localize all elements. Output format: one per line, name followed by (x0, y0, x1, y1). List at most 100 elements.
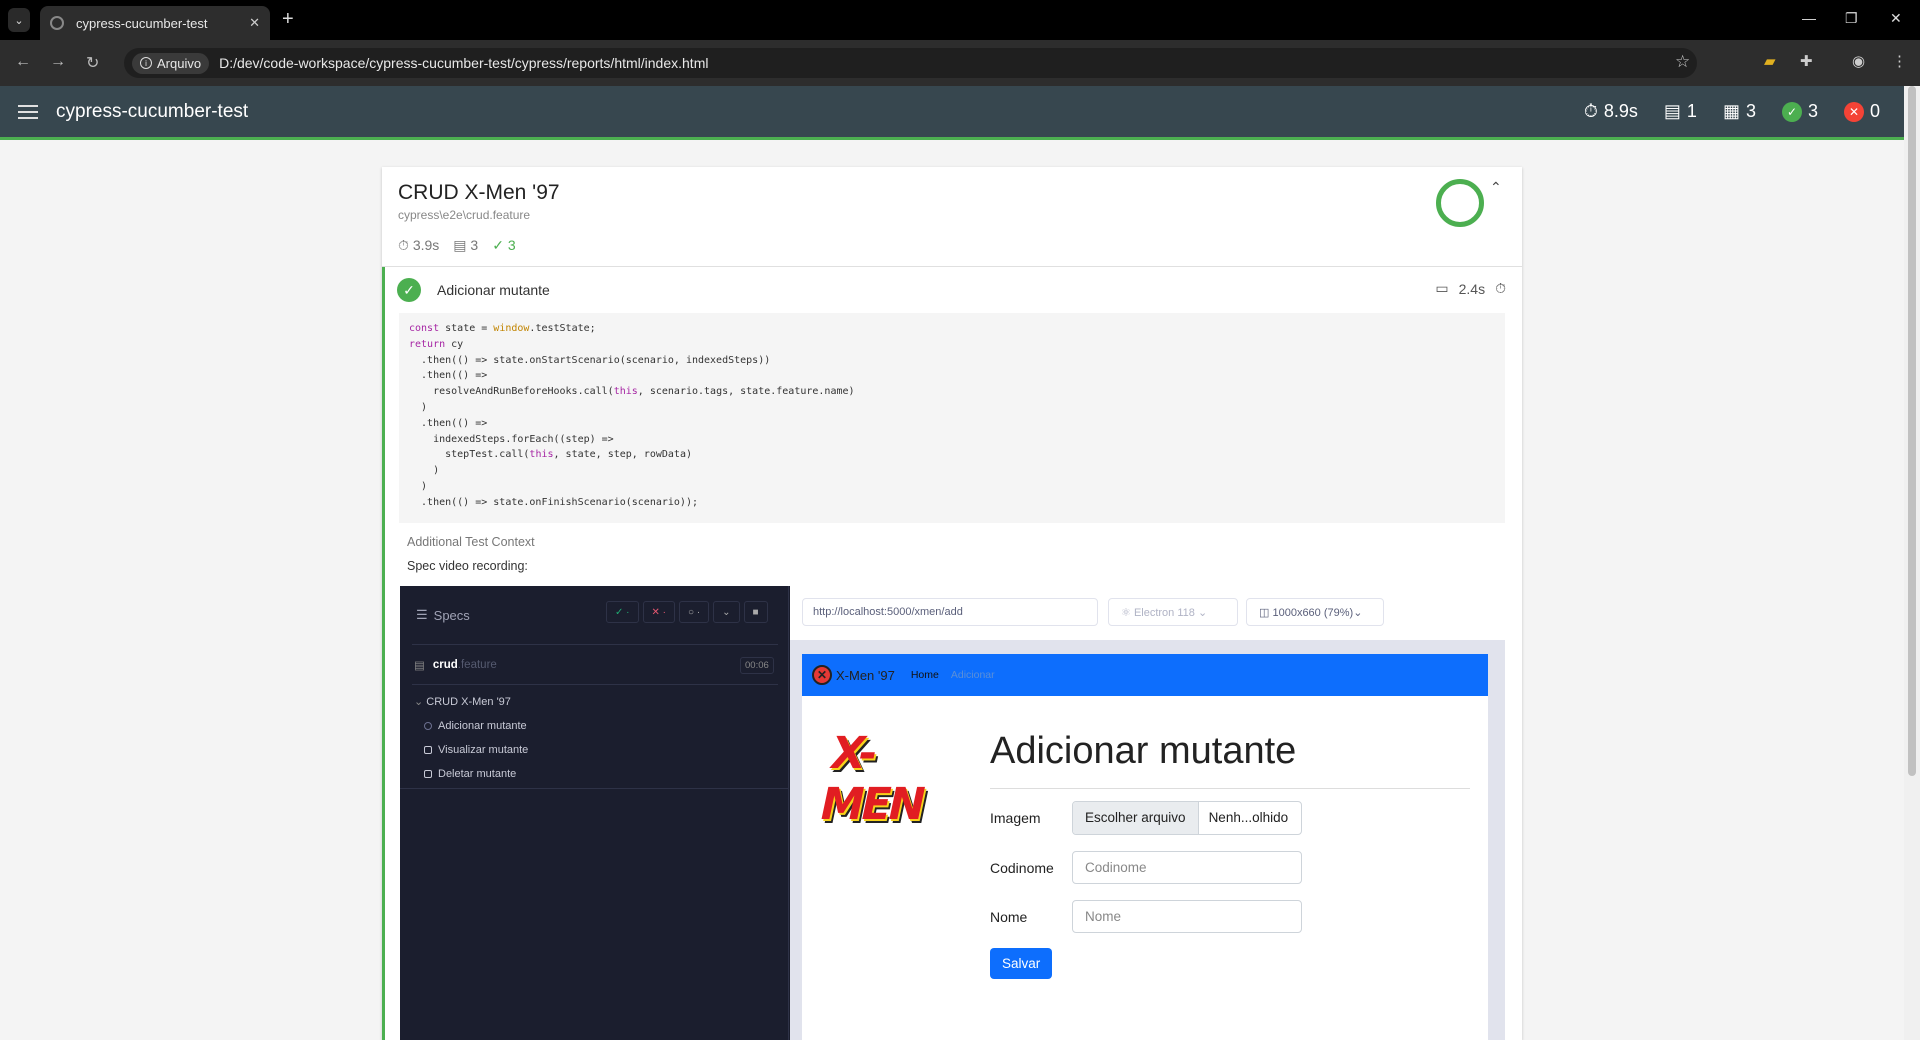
back-icon[interactable]: ← (15, 53, 31, 71)
app-navbar: ✕ X-Men '97 Home Adicionar (802, 654, 1488, 696)
browser-tab-bar: ⌄ cypress-cucumber-test ✕ + — ❐ ✕ (0, 0, 1920, 40)
code-keyword: const (409, 323, 440, 334)
url-text[interactable]: D:/dev/code-workspace/cypress-cucumber-t… (219, 55, 708, 71)
file-name: Nenh...olhido (1208, 810, 1289, 825)
codename-input: Codinome (1072, 851, 1302, 884)
globe-icon (50, 16, 64, 30)
page-scrollbar[interactable] (1904, 86, 1920, 1040)
check-icon: ✓ (492, 237, 504, 253)
cross-circle-icon: ✕ (1843, 101, 1864, 122)
label-codename: Codinome (990, 860, 1054, 876)
clipboard-icon: ▤ (453, 237, 467, 253)
profile-avatar-icon[interactable]: ◉ (1852, 52, 1865, 70)
hamburger-menu-icon[interactable] (18, 101, 38, 123)
suites-icon: ▤ (1663, 101, 1681, 121)
app-under-test: ✕ X-Men '97 Home Adicionar X-MEN Adicion… (802, 654, 1488, 1040)
context-value: Spec video recording: (407, 559, 528, 573)
spec-video-recording[interactable]: ☰ Specs ✓ · ✕ · ○ · ⌄ ■ ▤ crud.feature 00… (400, 586, 1505, 1040)
choose-file-button: Escolher arquivo (1073, 802, 1199, 834)
save-button: Salvar (990, 948, 1053, 979)
image-file-input: Escolher arquivo Nenh...olhido (1072, 801, 1302, 835)
specs-list-icon: ☰ (416, 607, 428, 622)
nav-add-link: Adicionar (950, 669, 995, 681)
reload-icon[interactable]: ↻ (86, 53, 99, 73)
clipboard-icon: ▦ (1722, 101, 1740, 121)
failed-filter-icon: ✕ · (642, 601, 675, 623)
aut-viewport: ◫ 1000x660 (79%)⌄ (1246, 598, 1384, 626)
browser-tab[interactable]: cypress-cucumber-test ✕ (40, 6, 270, 40)
extension-icon[interactable]: ▰ (1764, 52, 1776, 70)
new-tab-icon[interactable]: + (282, 9, 294, 29)
suite-file: cypress\e2e\crud.feature (398, 208, 531, 222)
electron-icon: ⚛ (1121, 607, 1131, 619)
app-heading: Adicionar mutante (990, 730, 1297, 772)
chevron-down-icon: ⌄ (1353, 607, 1363, 619)
stopwatch-icon: ⏱ (398, 237, 409, 253)
omnibox[interactable]: i Arquivo D:/dev/code-workspace/cypress-… (124, 48, 1697, 78)
app-divider (990, 788, 1470, 789)
stat-failed-value: 0 (1869, 101, 1880, 121)
test-meta: ▭ 2.4s ⏱ (1435, 280, 1506, 297)
cypress-specs-panel: ☰ Specs ✓ · ✕ · ○ · ⌄ ■ ▤ crud.feature 00… (400, 586, 789, 1040)
suite-title: CRUD X-Men '97 (398, 181, 560, 204)
chevron-down-icon: ⌄ (1197, 607, 1208, 619)
name-input: Nome (1072, 900, 1302, 933)
code-lines: return cy .then(() => state.onStartScena… (409, 338, 855, 508)
report-stats: ⏱ 8.9s ▤ 1 ▦ 3 ✓ 3 ✕ 0 (1584, 101, 1880, 122)
code-text: .testState; (529, 323, 596, 334)
context-label: Additional Test Context (407, 535, 535, 549)
xmen-badge-icon: ✕ (812, 665, 832, 685)
test-pass-icon: ✓ (397, 278, 421, 302)
pending-icon (424, 746, 432, 754)
pending-filter-icon: ○ · (679, 601, 710, 623)
cypress-suite: ⌄ CRUD X-Men '97 (414, 696, 511, 708)
collapse-chevron-up-icon[interactable]: ⌃ (1490, 179, 1502, 196)
stat-passed-value: 3 (1807, 101, 1818, 121)
test-item: ✓ Adicionar mutante ▭ 2.4s ⏱ const state… (382, 267, 1522, 1040)
extensions-puzzle-icon[interactable]: ✚ (1800, 52, 1813, 70)
suite-passed: ✓ 3 (492, 237, 516, 253)
file-icon: ▤ (414, 660, 425, 672)
site-info-label: Arquivo (157, 55, 202, 71)
suite-progress-ring (1436, 179, 1484, 227)
label-name: Nome (990, 909, 1028, 925)
cypress-test-item: Visualizar mutante (424, 744, 528, 756)
test-code-block: const state = window.testState; return c… (399, 313, 1505, 523)
stat-duration-value: 8.9s (1603, 101, 1638, 121)
comment-icon[interactable]: ▭ (1435, 280, 1448, 297)
label-image: Imagem (990, 810, 1041, 826)
aut-url: http://localhost:5000/xmen/add (802, 598, 1098, 626)
code-text: state = (439, 323, 494, 334)
nav-home-link: Home (910, 669, 939, 681)
forward-icon[interactable]: → (50, 53, 66, 71)
test-title[interactable]: Adicionar mutante (437, 282, 550, 298)
minimize-icon[interactable]: — (1802, 10, 1816, 26)
restore-icon[interactable]: ❐ (1845, 10, 1858, 27)
tab-search-chevron-icon[interactable]: ⌄ (8, 8, 30, 32)
specs-header: ☰ Specs (416, 607, 470, 623)
viewport-icon: ◫ (1259, 607, 1270, 619)
stat-failed[interactable]: ✕ 0 (1843, 101, 1880, 122)
app-brand: X-Men '97 (836, 667, 895, 683)
site-info-chip[interactable]: i Arquivo (132, 52, 210, 74)
aut-toolbar: http://localhost:5000/xmen/add ⚛ Electro… (790, 586, 1505, 640)
stat-duration[interactable]: ⏱ 8.9s (1584, 101, 1638, 122)
spec-time: 00:06 (740, 657, 774, 674)
specs-label: Specs (433, 607, 470, 623)
close-window-icon[interactable]: ✕ (1890, 10, 1902, 27)
menu-dots-icon[interactable]: ⋮ (1892, 52, 1907, 70)
report-header: cypress-cucumber-test ⏱ 8.9s ▤ 1 ▦ 3 ✓ 3… (0, 86, 1904, 140)
cypress-aut-panel: http://localhost:5000/xmen/add ⚛ Electro… (790, 586, 1505, 1040)
chevron-down-icon: ⌄ (414, 696, 424, 708)
running-icon (424, 722, 432, 730)
close-tab-icon[interactable]: ✕ (249, 15, 260, 31)
stop-icon: ■ (743, 601, 768, 623)
stat-tests[interactable]: ▦ 3 (1723, 101, 1756, 122)
stat-passed[interactable]: ✓ 3 (1781, 101, 1818, 122)
chevron-down-icon: ⌄ (713, 601, 740, 623)
suite-card: CRUD X-Men '97 cypress\e2e\crud.feature … (382, 167, 1522, 1040)
stat-suites-value: 1 (1686, 101, 1697, 121)
info-icon: i (140, 57, 152, 69)
stat-suites[interactable]: ▤ 1 (1664, 101, 1697, 122)
bookmark-star-icon[interactable]: ☆ (1675, 52, 1690, 72)
